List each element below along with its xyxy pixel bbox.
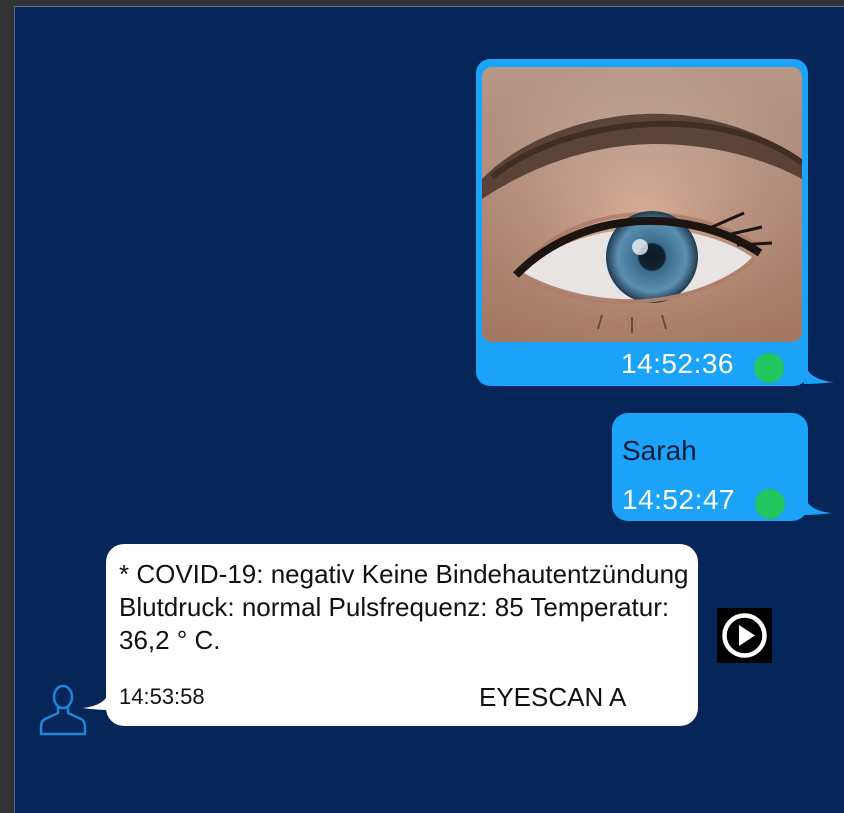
read-indicator-icon [755, 489, 785, 519]
read-indicator-icon [754, 353, 784, 383]
image-message-time: 14:52:36 [621, 348, 734, 379]
bubble-tail [804, 362, 834, 384]
sender-label: EYESCAN A [479, 682, 627, 712]
text-message-bubble[interactable]: Sarah 14:52:47 [612, 413, 832, 521]
eye-image [482, 67, 802, 342]
image-message-bubble[interactable]: 14:52:36 [476, 59, 834, 386]
play-button[interactable] [717, 608, 772, 663]
eye-photo[interactable] [482, 67, 802, 342]
chat-area[interactable]: 14:52:36 Sarah 14:52:47 * COVID-19: nega… [14, 6, 844, 813]
result-message-bubble[interactable]: * COVID-19: negativ Keine Bindehautentzü… [82, 544, 698, 726]
bubble-tail [804, 495, 832, 515]
user-avatar-icon[interactable] [39, 683, 87, 737]
text-message-time: 14:52:47 [622, 484, 735, 515]
message-text: Sarah [622, 435, 697, 466]
result-message-time: 14:53:58 [119, 684, 205, 709]
result-text: * COVID-19: negativ Keine Bindehautentzü… [119, 559, 689, 655]
app-window: 14:52:36 Sarah 14:52:47 * COVID-19: nega… [0, 0, 844, 813]
play-icon [722, 613, 767, 658]
